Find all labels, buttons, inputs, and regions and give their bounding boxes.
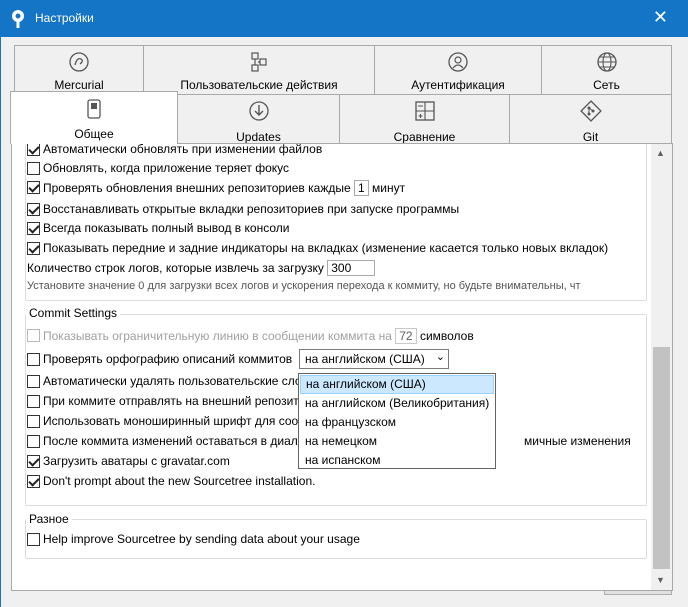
option-label-before: Проверять обновления внешних репозиторие… <box>43 181 351 195</box>
checkbox[interactable] <box>27 533 40 546</box>
tab-label: Mercurial <box>54 78 104 92</box>
tab-general[interactable]: Общее <box>10 91 178 144</box>
title-bar: Настройки ✕ <box>0 0 688 37</box>
tab-label: Сравнение <box>393 130 456 144</box>
tab-custom-actions[interactable]: Пользовательские действия <box>143 45 375 96</box>
tab-updates[interactable]: Updates <box>177 94 340 144</box>
option-label: Help improve Sourcetree by sending data … <box>43 532 360 546</box>
general-icon <box>87 99 101 119</box>
option-label: Проверять обновления внешних репозиторие… <box>43 180 405 196</box>
scroll-up-icon[interactable]: ▲ <box>656 148 665 158</box>
checkbox[interactable] <box>27 455 40 468</box>
tab-label: Сеть <box>593 78 620 92</box>
limit-line-input[interactable]: 72 <box>395 328 417 344</box>
dropdown-option[interactable]: на французском <box>300 413 494 432</box>
commit-settings-title: Commit Settings <box>26 306 121 320</box>
log-rows-hint: Установите значение 0 для загрузки всех … <box>27 280 581 296</box>
option-label: Загрузить аватары с gravatar.com <box>43 454 230 468</box>
option-label: При коммите отправлять на внешний репози… <box>43 394 299 408</box>
sourcetree-logo-icon <box>12 10 24 28</box>
tab-mercurial[interactable]: Mercurial <box>14 45 144 96</box>
vertical-scrollbar[interactable]: ▲ ▼ <box>651 144 672 590</box>
spellcheck-language-dropdown: на английском (США) на английском (Велик… <box>298 373 496 469</box>
option-label: Показывать ограничительную линию в сообщ… <box>43 328 474 344</box>
option-label: Показывать передние и задние индикаторы … <box>43 241 609 255</box>
tab-label: Общее <box>74 127 114 141</box>
tab-label: Пользовательские действия <box>180 78 338 92</box>
checkbox[interactable] <box>27 415 40 428</box>
close-icon[interactable]: ✕ <box>653 8 668 26</box>
log-rows-setting: Количество строк логов, которые извлечь … <box>27 260 376 276</box>
tab-label: Updates <box>236 130 281 144</box>
settings-dialog: Mercurial Пользовательские действия Ауте… <box>0 37 688 607</box>
checkbox[interactable] <box>27 144 40 156</box>
checkbox[interactable] <box>27 435 40 448</box>
option-label: Don't prompt about the new Sourcetree in… <box>43 474 316 488</box>
option-label: После коммита изменений оставаться в диа… <box>43 434 305 448</box>
checkbox[interactable] <box>27 353 40 366</box>
checkbox[interactable] <box>27 181 40 194</box>
select-value: на английском (США) <box>305 352 425 366</box>
option-label: Всегда показывать полный вывод в консоли <box>43 221 290 235</box>
option-label: Проверять орфографию описаний коммитов <box>43 352 293 366</box>
dropdown-option[interactable]: на английском (Великобритания) <box>300 394 494 413</box>
tab-label: Git <box>582 130 599 144</box>
chevron-down-icon: ⌄ <box>435 351 445 363</box>
checkbox[interactable] <box>27 222 40 235</box>
tab-authentication[interactable]: Аутентификация <box>374 45 542 96</box>
checkbox[interactable] <box>27 395 40 408</box>
dropdown-option[interactable]: на английском (США) <box>300 375 494 394</box>
option-label-after: символов <box>419 329 474 343</box>
download-icon <box>248 101 269 121</box>
git-icon <box>579 100 602 122</box>
checkbox[interactable] <box>27 375 40 388</box>
option-label: Восстанавливать открытые вкладки репозит… <box>43 202 460 216</box>
option-label: Обновлять, когда приложение теряет фокус <box>43 161 289 175</box>
log-rows-label: Количество строк логов, которые извлечь … <box>27 261 324 275</box>
option-label: Автоматически обновлять при изменении фа… <box>43 143 323 156</box>
hint-text: Установите значение 0 для загрузки всех … <box>27 280 581 292</box>
tab-label: Аутентификация <box>411 78 505 92</box>
scrollbar-thumb[interactable] <box>653 347 670 569</box>
tab-diff[interactable]: Сравнение <box>339 94 510 144</box>
dropdown-option[interactable]: на испанском <box>300 451 494 470</box>
log-rows-input[interactable]: 300 <box>327 260 376 276</box>
diff-icon <box>414 101 435 121</box>
spellcheck-language-select[interactable]: на английском (США) ⌄ <box>299 349 449 369</box>
checkbox[interactable] <box>27 162 40 175</box>
mercurial-icon <box>69 52 89 72</box>
checkbox[interactable] <box>27 329 40 342</box>
tab-git[interactable]: Git <box>509 94 672 144</box>
scroll-down-icon[interactable]: ▼ <box>656 575 665 585</box>
dropdown-option[interactable]: на немецком <box>300 432 494 451</box>
refresh-interval-input[interactable]: 1 <box>354 180 369 196</box>
checkbox[interactable] <box>27 203 40 216</box>
option-label: Использовать моноширинный шрифт для соо <box>43 414 299 428</box>
option-label-after: минут <box>372 181 406 195</box>
custom-actions-icon <box>251 52 267 72</box>
general-settings-panel: Автоматически обновлять при изменении фа… <box>11 143 673 591</box>
checkbox[interactable] <box>27 475 40 488</box>
globe-icon <box>596 52 617 72</box>
checkbox[interactable] <box>27 242 40 255</box>
misc-title: Разное <box>26 512 72 526</box>
account-icon <box>448 52 468 72</box>
tab-network[interactable]: Сеть <box>541 45 672 96</box>
option-label-after: мичные изменения <box>524 434 631 448</box>
window-title: Настройки <box>35 11 94 25</box>
option-label: Автоматически удалять пользовательские с… <box>43 374 302 388</box>
option-label-before: Показывать ограничительную линию в сообщ… <box>43 329 392 343</box>
